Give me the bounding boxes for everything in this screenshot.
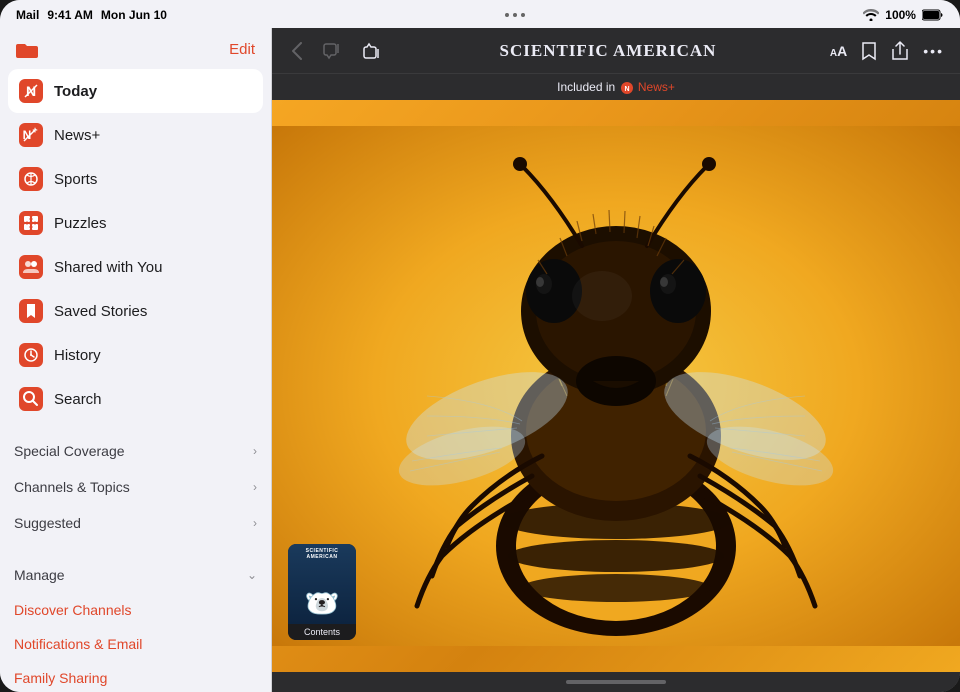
manage-label: Manage [14, 567, 65, 583]
saved-icon [18, 298, 44, 324]
included-in-text: Included in [557, 80, 615, 94]
sidebar-item-newsplus[interactable]: N + News+ [8, 113, 263, 157]
status-app-name: Mail [16, 8, 39, 22]
article-image: SCIENTIFICAMERICAN 🐻‍❄️ Contents [272, 100, 960, 672]
chevron-right-icon-2: › [253, 480, 257, 494]
manage-header[interactable]: Manage ⌄ [0, 557, 271, 593]
search-label: Search [54, 391, 102, 408]
newsplus-icon: N + [18, 122, 44, 148]
apple-news-plus-badge: N News+ [619, 80, 675, 94]
article-toolbar: SCIENTIFIC AMERICAN AA [272, 28, 960, 74]
app-layout: Edit N Today [0, 28, 960, 692]
shared-icon [18, 254, 44, 280]
bookmark-button[interactable] [861, 41, 877, 61]
status-dot-2 [513, 13, 517, 17]
manage-section: Manage ⌄ Discover Channels Notifications… [0, 553, 271, 692]
chevron-right-icon-3: › [253, 516, 257, 530]
toolbar-right: AA ••• [830, 41, 944, 61]
notifications-email-link[interactable]: Notifications & Email [0, 627, 271, 661]
expandable-section: Special Coverage › Channels & Topics › S… [0, 433, 271, 541]
contents-image: SCIENTIFICAMERICAN 🐻‍❄️ [288, 544, 356, 624]
back-button[interactable] [288, 38, 306, 63]
today-icon: N [18, 78, 44, 104]
more-button[interactable]: ••• [923, 43, 944, 59]
puzzles-icon [18, 210, 44, 236]
history-icon [18, 342, 44, 368]
article-publication: SCIENTIFIC AMERICAN [500, 41, 717, 61]
svg-text:N: N [624, 86, 629, 93]
polar-bear-image: 🐻‍❄️ [305, 587, 340, 620]
history-label: History [54, 347, 101, 364]
sidebar-item-sports[interactable]: Sports [8, 157, 263, 201]
contents-label: Contents [288, 624, 356, 640]
chevron-right-icon-1: › [253, 444, 257, 458]
sidebar: Edit N Today [0, 28, 272, 692]
folder-icon[interactable] [16, 38, 38, 61]
battery-icon [922, 9, 944, 21]
share-button[interactable] [891, 41, 909, 61]
sidebar-item-search[interactable]: Search [8, 377, 263, 421]
sports-icon [18, 166, 44, 192]
chevron-down-icon: ⌄ [247, 568, 257, 582]
sports-label: Sports [54, 171, 97, 188]
sidebar-item-today[interactable]: N Today [8, 69, 263, 113]
puzzles-label: Puzzles [54, 215, 107, 232]
channels-topics-item[interactable]: Channels & Topics › [0, 469, 271, 505]
sidebar-item-puzzles[interactable]: Puzzles [8, 201, 263, 245]
toolbar-left [288, 38, 386, 63]
wifi-icon [863, 9, 879, 21]
discover-channels-link[interactable]: Discover Channels [0, 593, 271, 627]
device-frame: Mail 9:41 AM Mon Jun 10 100% [0, 0, 960, 692]
thumb-up-button[interactable] [358, 38, 386, 63]
suggested-item[interactable]: Suggested › [0, 505, 271, 541]
sidebar-item-saved[interactable]: Saved Stories [8, 289, 263, 333]
today-label: Today [54, 83, 97, 100]
sidebar-item-history[interactable]: History [8, 333, 263, 377]
scroll-bar [566, 680, 666, 684]
suggested-label: Suggested [14, 515, 81, 531]
status-bar: Mail 9:41 AM Mon Jun 10 100% [0, 0, 960, 28]
edit-button[interactable]: Edit [229, 41, 255, 58]
contents-thumbnail[interactable]: SCIENTIFICAMERICAN 🐻‍❄️ Contents [288, 544, 356, 640]
bee-illustration [272, 100, 960, 672]
font-size-button[interactable]: AA [830, 43, 847, 59]
search-nav-icon [18, 386, 44, 412]
sidebar-header: Edit [0, 28, 271, 69]
contents-sa-logo: SCIENTIFICAMERICAN [288, 548, 356, 560]
saved-label: Saved Stories [54, 303, 147, 320]
newsplus-label: News+ [54, 127, 100, 144]
bee-background [272, 100, 960, 672]
thumb-down-button[interactable] [318, 38, 346, 63]
status-date: Mon Jun 10 [101, 8, 167, 22]
status-bar-left: Mail 9:41 AM Mon Jun 10 [16, 8, 167, 22]
status-bar-center [505, 13, 525, 17]
status-dot-1 [505, 13, 509, 17]
sidebar-item-shared[interactable]: Shared with You [8, 245, 263, 289]
article-subtitle: Included in N News+ [272, 74, 960, 100]
family-sharing-link[interactable]: Family Sharing [0, 661, 271, 692]
status-dot-3 [521, 13, 525, 17]
scroll-indicator [272, 672, 960, 692]
battery-percent: 100% [885, 8, 916, 22]
article-view: SCIENTIFIC AMERICAN AA [272, 28, 960, 692]
shared-label: Shared with You [54, 259, 162, 276]
special-coverage-label: Special Coverage [14, 443, 125, 459]
status-time: 9:41 AM [47, 8, 93, 22]
status-bar-right: 100% [863, 8, 944, 22]
sidebar-nav: N Today N + [0, 69, 271, 421]
special-coverage-item[interactable]: Special Coverage › [0, 433, 271, 469]
channels-topics-label: Channels & Topics [14, 479, 130, 495]
